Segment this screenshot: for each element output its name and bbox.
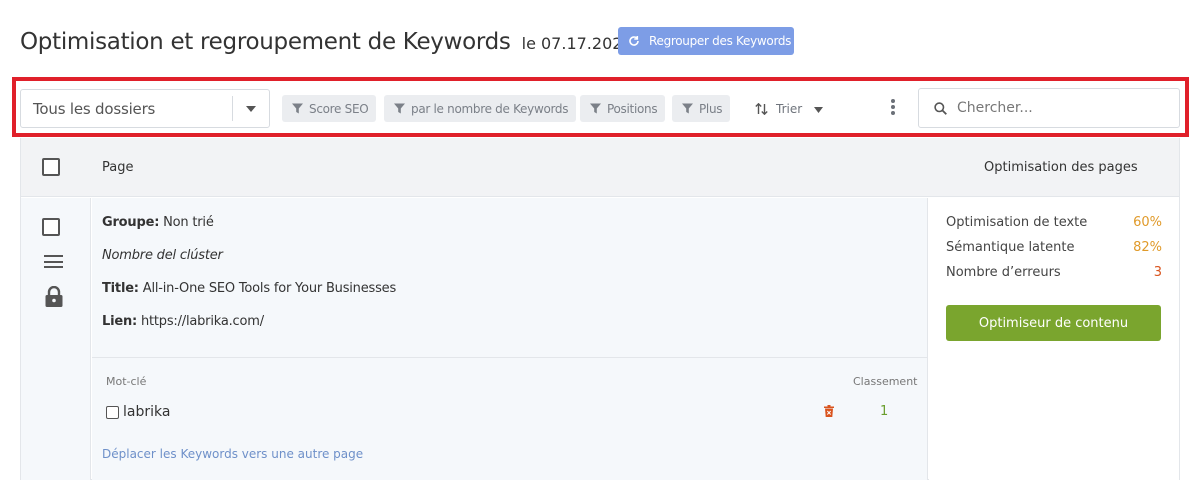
- metric-value: 3: [1153, 265, 1162, 280]
- trash-icon[interactable]: [824, 404, 834, 422]
- filter-positions-label: Positions: [607, 101, 658, 116]
- metric-value: 60%: [1133, 215, 1162, 230]
- sort-dropdown[interactable]: Trier: [755, 99, 824, 119]
- group-value: Non trié: [163, 215, 214, 230]
- row-page-info: Groupe: Non trié Nombre del clúster Titl…: [92, 198, 928, 480]
- keywords-section: Mot-clé Classement labrika 1 Déplacer le…: [92, 357, 928, 480]
- regroup-keywords-label: Regrouper des Keywords: [649, 34, 792, 48]
- lock-icon[interactable]: [45, 285, 63, 312]
- group-label: Groupe:: [102, 215, 160, 230]
- sort-icon: [755, 103, 768, 115]
- page-header: Optimisation et regroupement de Keywords…: [20, 27, 633, 57]
- refresh-icon: [628, 35, 640, 47]
- keyword-row: labrika: [106, 404, 170, 420]
- filter-keyword-count[interactable]: par le nombre de Keywords: [384, 95, 577, 122]
- metric-text-optimisation: Optimisation de texte 60%: [946, 215, 1162, 230]
- folder-select[interactable]: Tous les dossiers: [20, 89, 270, 128]
- row-checkbox[interactable]: [42, 218, 60, 236]
- page-title: Optimisation et regroupement de Keywords: [20, 29, 511, 55]
- cluster-line: Nombre del clúster: [102, 248, 223, 263]
- row-controls: [21, 198, 91, 480]
- search-icon: [934, 101, 947, 115]
- metric-error-count: Nombre d’erreurs 3: [946, 265, 1162, 280]
- keyword-checkbox[interactable]: [106, 405, 119, 419]
- link-line: Lien: https://labrika.com/: [102, 314, 264, 329]
- sort-label: Trier: [776, 102, 803, 116]
- column-header-optimisation: Optimisation des pages: [984, 160, 1138, 175]
- cluster-name: Nombre del clúster: [102, 248, 223, 263]
- filter-positions[interactable]: Positions: [580, 95, 666, 122]
- metric-label: Optimisation de texte: [946, 215, 1088, 230]
- link-value[interactable]: https://labrika.com/: [141, 314, 264, 329]
- title-line: Title: All-in-One SEO Tools for Your Bus…: [102, 281, 396, 296]
- filter-icon: [394, 103, 405, 114]
- pages-table: Page Optimisation des pages Groupe: Non …: [20, 138, 1180, 480]
- caret-down-icon: [233, 105, 269, 112]
- table-header: Page Optimisation des pages: [21, 138, 1179, 197]
- metric-label: Sémantique latente: [946, 240, 1075, 255]
- filter-keyword-count-label: par le nombre de Keywords: [411, 101, 569, 116]
- filter-icon: [292, 103, 303, 114]
- drag-handle-icon[interactable]: [44, 255, 63, 268]
- keyword-rank: 1: [880, 404, 889, 419]
- search-input[interactable]: [957, 100, 1157, 116]
- title-value: All-in-One SEO Tools for Your Businesses: [142, 281, 397, 296]
- search-box[interactable]: [918, 88, 1180, 128]
- page-date: le 07.17.2025: [521, 33, 633, 53]
- content-optimizer-button[interactable]: Optimiseur de contenu: [946, 305, 1161, 341]
- title-label: Title:: [102, 281, 139, 296]
- filter-seo-score[interactable]: Score SEO: [282, 95, 377, 122]
- group-line: Groupe: Non trié: [102, 215, 214, 230]
- folder-select-value: Tous les dossiers: [33, 99, 156, 118]
- caret-down-icon: [814, 102, 824, 116]
- keyword-column-header: Mot-clé: [106, 375, 147, 388]
- metric-value: 82%: [1133, 240, 1162, 255]
- more-options-icon[interactable]: [887, 97, 899, 117]
- keyword-text: labrika: [123, 404, 171, 420]
- select-all-checkbox[interactable]: [42, 158, 60, 176]
- move-keywords-link[interactable]: Déplacer les Keywords vers une autre pag…: [102, 447, 363, 461]
- filter-icon: [590, 103, 601, 114]
- filter-more-label: Plus: [699, 101, 723, 116]
- metric-label: Nombre d’erreurs: [946, 265, 1061, 280]
- regroup-keywords-button[interactable]: Regrouper des Keywords: [618, 27, 794, 55]
- filter-more[interactable]: Plus: [672, 95, 731, 122]
- link-label: Lien:: [102, 314, 138, 329]
- metric-latent-semantics: Sémantique latente 82%: [946, 240, 1162, 255]
- row-optimisation: Optimisation de texte 60% Sémantique lat…: [929, 198, 1179, 480]
- rank-column-header: Classement: [853, 375, 918, 388]
- filter-icon: [682, 103, 693, 114]
- filter-seo-score-label: Score SEO: [309, 101, 369, 116]
- column-header-page: Page: [102, 160, 134, 175]
